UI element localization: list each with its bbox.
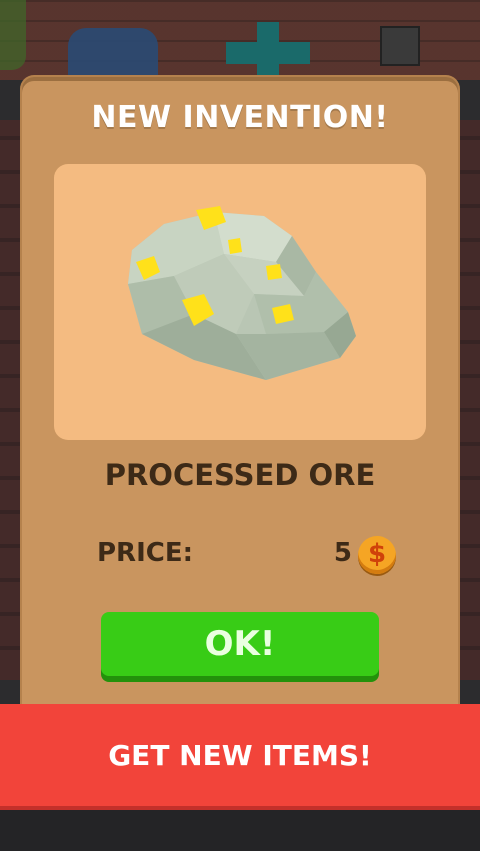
- cross-sign-decoration: [226, 22, 310, 82]
- get-new-items-button[interactable]: GET NEW ITEMS!: [0, 704, 480, 806]
- processed-ore-icon: [128, 206, 356, 380]
- bottom-floor-strip: [0, 805, 480, 851]
- dollar-coin-icon: $: [358, 536, 396, 574]
- ok-button[interactable]: OK!: [101, 612, 379, 676]
- conveyor-right: [456, 120, 480, 680]
- machine-decoration: [68, 28, 158, 76]
- price-value: 5: [333, 538, 352, 568]
- dialog-title: NEW INVENTION!: [91, 100, 389, 135]
- plant-decoration: [0, 0, 26, 70]
- item-name: PROCESSED ORE: [104, 458, 376, 492]
- wall-box-decoration: [380, 26, 420, 66]
- conveyor-left: [0, 120, 24, 680]
- price-label: PRICE:: [97, 538, 193, 568]
